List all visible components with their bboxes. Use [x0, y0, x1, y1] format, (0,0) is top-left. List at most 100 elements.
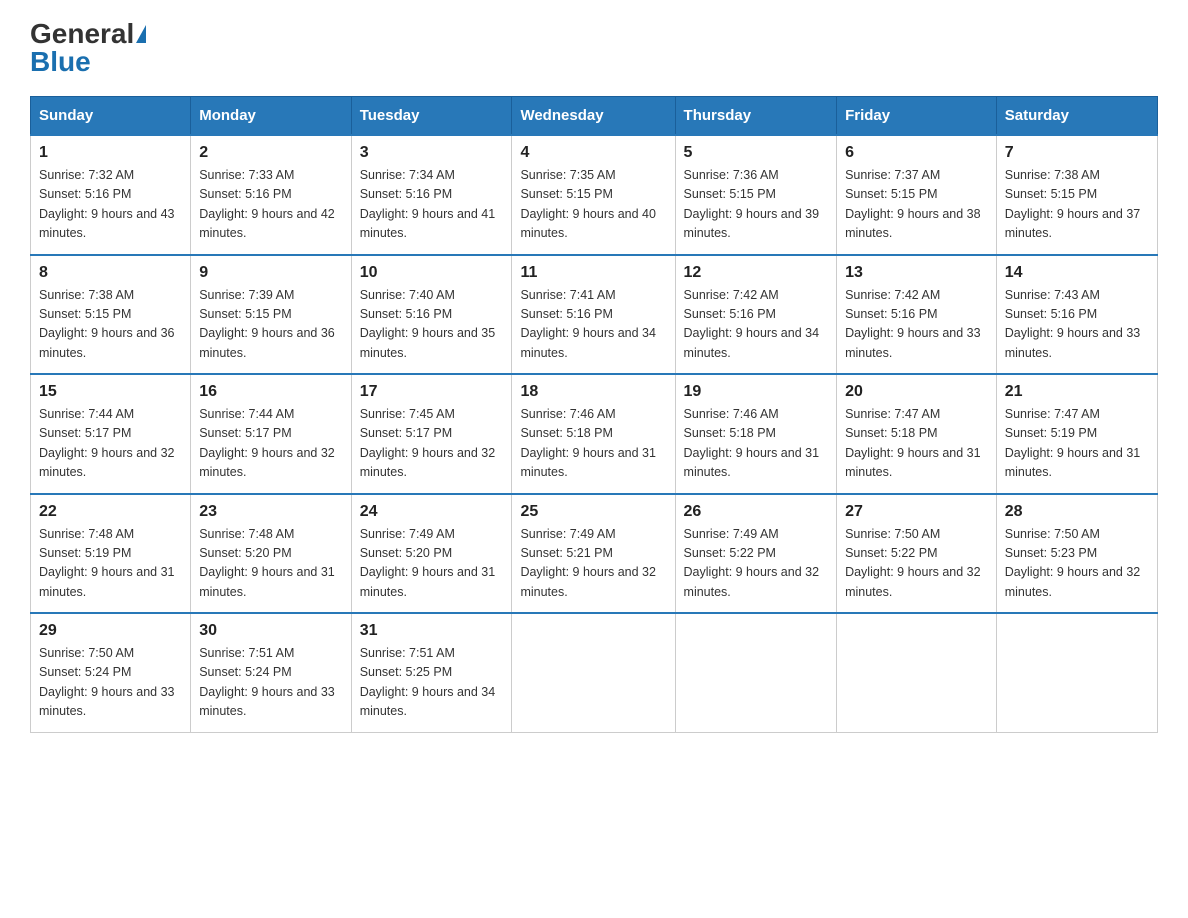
- calendar-cell: 2 Sunrise: 7:33 AMSunset: 5:16 PMDaylight…: [191, 135, 351, 255]
- day-info: Sunrise: 7:47 AMSunset: 5:18 PMDaylight:…: [845, 405, 988, 483]
- day-info: Sunrise: 7:48 AMSunset: 5:20 PMDaylight:…: [199, 525, 342, 603]
- calendar-cell: 3 Sunrise: 7:34 AMSunset: 5:16 PMDaylight…: [351, 135, 512, 255]
- day-number: 26: [684, 503, 829, 521]
- day-info: Sunrise: 7:39 AMSunset: 5:15 PMDaylight:…: [199, 286, 342, 364]
- calendar-week-row: 1 Sunrise: 7:32 AMSunset: 5:16 PMDaylight…: [31, 135, 1158, 255]
- calendar-cell: [996, 613, 1157, 732]
- day-info: Sunrise: 7:42 AMSunset: 5:16 PMDaylight:…: [684, 286, 829, 364]
- day-number: 18: [520, 383, 666, 401]
- calendar-cell: [512, 613, 675, 732]
- calendar-table: Sunday Monday Tuesday Wednesday Thursday…: [30, 96, 1158, 733]
- day-info: Sunrise: 7:49 AMSunset: 5:20 PMDaylight:…: [360, 525, 504, 603]
- day-info: Sunrise: 7:44 AMSunset: 5:17 PMDaylight:…: [199, 405, 342, 483]
- calendar-cell: 31Sunrise: 7:51 AMSunset: 5:25 PMDayligh…: [351, 613, 512, 732]
- day-number: 25: [520, 503, 666, 521]
- day-info: Sunrise: 7:36 AMSunset: 5:15 PMDaylight:…: [684, 166, 829, 244]
- day-number: 16: [199, 383, 342, 401]
- day-number: 30: [199, 622, 342, 640]
- day-number: 9: [199, 264, 342, 282]
- day-info: Sunrise: 7:43 AMSunset: 5:16 PMDaylight:…: [1005, 286, 1149, 364]
- calendar-header-row: Sunday Monday Tuesday Wednesday Thursday…: [31, 97, 1158, 136]
- calendar-cell: 29 Sunrise: 7:50 AMSunset: 5:24 PMDayligh…: [31, 613, 191, 732]
- day-info: Sunrise: 7:45 AMSunset: 5:17 PMDaylight:…: [360, 405, 504, 483]
- calendar-cell: [837, 613, 997, 732]
- calendar-cell: 12 Sunrise: 7:42 AMSunset: 5:16 PMDayligh…: [675, 255, 837, 375]
- calendar-cell: 8 Sunrise: 7:38 AMSunset: 5:15 PMDaylight…: [31, 255, 191, 375]
- day-number: 6: [845, 144, 988, 162]
- day-number: 4: [520, 144, 666, 162]
- calendar-cell: 16 Sunrise: 7:44 AMSunset: 5:17 PMDayligh…: [191, 374, 351, 494]
- calendar-cell: 6 Sunrise: 7:37 AMSunset: 5:15 PMDaylight…: [837, 135, 997, 255]
- day-number: 12: [684, 264, 829, 282]
- page-header: General Blue: [30, 20, 1158, 76]
- day-number: 14: [1005, 264, 1149, 282]
- day-info: Sunrise: 7:42 AMSunset: 5:16 PMDaylight:…: [845, 286, 988, 364]
- day-info: Sunrise: 7:50 AMSunset: 5:22 PMDaylight:…: [845, 525, 988, 603]
- day-info: Sunrise: 7:44 AMSunset: 5:17 PMDaylight:…: [39, 405, 182, 483]
- calendar-cell: 25Sunrise: 7:49 AMSunset: 5:21 PMDayligh…: [512, 494, 675, 614]
- logo: General Blue: [30, 20, 146, 76]
- day-info: Sunrise: 7:34 AMSunset: 5:16 PMDaylight:…: [360, 166, 504, 244]
- day-info: Sunrise: 7:48 AMSunset: 5:19 PMDaylight:…: [39, 525, 182, 603]
- calendar-week-row: 22 Sunrise: 7:48 AMSunset: 5:19 PMDayligh…: [31, 494, 1158, 614]
- day-info: Sunrise: 7:33 AMSunset: 5:16 PMDaylight:…: [199, 166, 342, 244]
- day-number: 11: [520, 264, 666, 282]
- day-number: 29: [39, 622, 182, 640]
- day-info: Sunrise: 7:38 AMSunset: 5:15 PMDaylight:…: [39, 286, 182, 364]
- day-number: 19: [684, 383, 829, 401]
- logo-general-text: General: [30, 20, 134, 48]
- calendar-cell: 4 Sunrise: 7:35 AMSunset: 5:15 PMDaylight…: [512, 135, 675, 255]
- calendar-cell: [675, 613, 837, 732]
- day-info: Sunrise: 7:51 AMSunset: 5:24 PMDaylight:…: [199, 644, 342, 722]
- calendar-cell: 14 Sunrise: 7:43 AMSunset: 5:16 PMDayligh…: [996, 255, 1157, 375]
- day-info: Sunrise: 7:37 AMSunset: 5:15 PMDaylight:…: [845, 166, 988, 244]
- calendar-cell: 10Sunrise: 7:40 AMSunset: 5:16 PMDayligh…: [351, 255, 512, 375]
- day-info: Sunrise: 7:41 AMSunset: 5:16 PMDaylight:…: [520, 286, 666, 364]
- day-number: 3: [360, 144, 504, 162]
- logo-triangle-icon: [136, 25, 146, 43]
- calendar-week-row: 15Sunrise: 7:44 AMSunset: 5:17 PMDayligh…: [31, 374, 1158, 494]
- day-number: 20: [845, 383, 988, 401]
- calendar-cell: 22 Sunrise: 7:48 AMSunset: 5:19 PMDayligh…: [31, 494, 191, 614]
- day-info: Sunrise: 7:50 AMSunset: 5:24 PMDaylight:…: [39, 644, 182, 722]
- day-number: 8: [39, 264, 182, 282]
- calendar-cell: 23Sunrise: 7:48 AMSunset: 5:20 PMDayligh…: [191, 494, 351, 614]
- day-number: 10: [360, 264, 504, 282]
- day-number: 13: [845, 264, 988, 282]
- col-tuesday: Tuesday: [351, 97, 512, 136]
- col-saturday: Saturday: [996, 97, 1157, 136]
- calendar-cell: 17 Sunrise: 7:45 AMSunset: 5:17 PMDayligh…: [351, 374, 512, 494]
- day-number: 7: [1005, 144, 1149, 162]
- calendar-week-row: 29 Sunrise: 7:50 AMSunset: 5:24 PMDayligh…: [31, 613, 1158, 732]
- calendar-cell: 5Sunrise: 7:36 AMSunset: 5:15 PMDaylight…: [675, 135, 837, 255]
- day-info: Sunrise: 7:49 AMSunset: 5:22 PMDaylight:…: [684, 525, 829, 603]
- col-wednesday: Wednesday: [512, 97, 675, 136]
- day-number: 2: [199, 144, 342, 162]
- col-friday: Friday: [837, 97, 997, 136]
- calendar-cell: 26 Sunrise: 7:49 AMSunset: 5:22 PMDayligh…: [675, 494, 837, 614]
- day-info: Sunrise: 7:35 AMSunset: 5:15 PMDaylight:…: [520, 166, 666, 244]
- calendar-cell: 21Sunrise: 7:47 AMSunset: 5:19 PMDayligh…: [996, 374, 1157, 494]
- calendar-cell: 11 Sunrise: 7:41 AMSunset: 5:16 PMDayligh…: [512, 255, 675, 375]
- col-sunday: Sunday: [31, 97, 191, 136]
- day-number: 17: [360, 383, 504, 401]
- day-info: Sunrise: 7:38 AMSunset: 5:15 PMDaylight:…: [1005, 166, 1149, 244]
- day-number: 24: [360, 503, 504, 521]
- calendar-cell: 30 Sunrise: 7:51 AMSunset: 5:24 PMDayligh…: [191, 613, 351, 732]
- calendar-cell: 28Sunrise: 7:50 AMSunset: 5:23 PMDayligh…: [996, 494, 1157, 614]
- calendar-cell: 15Sunrise: 7:44 AMSunset: 5:17 PMDayligh…: [31, 374, 191, 494]
- calendar-cell: 1 Sunrise: 7:32 AMSunset: 5:16 PMDaylight…: [31, 135, 191, 255]
- day-number: 21: [1005, 383, 1149, 401]
- col-thursday: Thursday: [675, 97, 837, 136]
- day-info: Sunrise: 7:46 AMSunset: 5:18 PMDaylight:…: [684, 405, 829, 483]
- calendar-cell: 20 Sunrise: 7:47 AMSunset: 5:18 PMDayligh…: [837, 374, 997, 494]
- calendar-cell: 9 Sunrise: 7:39 AMSunset: 5:15 PMDaylight…: [191, 255, 351, 375]
- calendar-cell: 18 Sunrise: 7:46 AMSunset: 5:18 PMDayligh…: [512, 374, 675, 494]
- day-info: Sunrise: 7:50 AMSunset: 5:23 PMDaylight:…: [1005, 525, 1149, 603]
- day-info: Sunrise: 7:32 AMSunset: 5:16 PMDaylight:…: [39, 166, 182, 244]
- day-number: 1: [39, 144, 182, 162]
- day-number: 22: [39, 503, 182, 521]
- day-info: Sunrise: 7:51 AMSunset: 5:25 PMDaylight:…: [360, 644, 504, 722]
- calendar-cell: 19 Sunrise: 7:46 AMSunset: 5:18 PMDayligh…: [675, 374, 837, 494]
- day-info: Sunrise: 7:46 AMSunset: 5:18 PMDaylight:…: [520, 405, 666, 483]
